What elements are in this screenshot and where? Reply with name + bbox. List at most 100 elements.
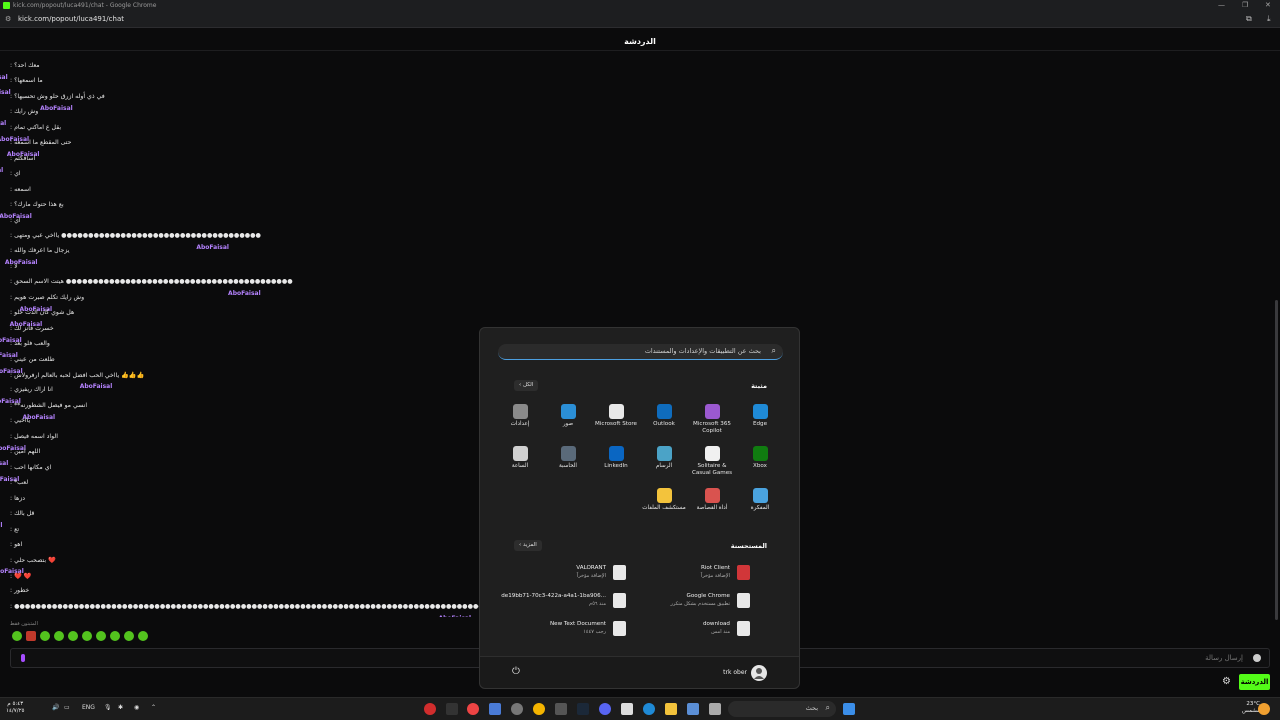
pinned-app[interactable]: صور xyxy=(545,404,591,428)
chat-username[interactable]: AboFaisal xyxy=(228,290,261,297)
pinned-app[interactable]: المفكرة xyxy=(737,488,783,512)
chat-username[interactable]: AboFaisal xyxy=(0,460,8,467)
chat-username[interactable]: AboFaisal xyxy=(80,383,113,390)
translate-icon[interactable]: ⧉ xyxy=(1246,14,1252,24)
taskbar-app-icon[interactable] xyxy=(446,703,458,715)
emote-icon[interactable] xyxy=(96,631,106,641)
emote-icon[interactable] xyxy=(54,631,64,641)
tray-app-icon[interactable]: ◉ xyxy=(134,704,139,711)
recommended-subtitle: رجب ١٤٤٧ xyxy=(583,629,606,635)
pinned-app[interactable]: الرسام xyxy=(641,446,687,470)
chat-message-text: قل بالك xyxy=(14,510,35,518)
chat-username[interactable]: AboFaisal xyxy=(196,244,229,251)
emote-icon[interactable] xyxy=(68,631,78,641)
emote-icon[interactable] xyxy=(138,631,148,641)
volume-icon[interactable]: 🔊 xyxy=(52,704,59,711)
pinned-app[interactable]: Outlook xyxy=(641,404,687,428)
chat-message-text: بتصحب حلي ❤️ xyxy=(14,557,56,565)
user-avatar-icon[interactable] xyxy=(751,665,767,681)
discord-taskbar-icon[interactable] xyxy=(599,703,611,715)
emote-icon[interactable] xyxy=(110,631,120,641)
steam-taskbar-icon[interactable] xyxy=(577,703,589,715)
windows-start-icon[interactable] xyxy=(843,703,855,715)
pinned-app[interactable]: Solitaire & Casual Games xyxy=(689,446,735,477)
chrome-icon xyxy=(737,593,750,608)
recommended-item[interactable]: Riot Client الإضافة مؤخراً xyxy=(640,562,770,584)
pinned-app[interactable]: Microsoft 365 Copilot xyxy=(689,404,735,435)
restore-icon[interactable]: ❐ xyxy=(1242,1,1248,9)
emote-icon[interactable] xyxy=(12,631,22,641)
start-search-input[interactable]: بحث عن التطبيقات والإعدادات والمستندات ⌕ xyxy=(498,344,783,360)
chat-message: AboFaisal: الواد اسمه فيصل xyxy=(0,433,58,452)
settings-taskbar-icon[interactable] xyxy=(511,703,523,715)
language-indicator[interactable]: ENG xyxy=(82,704,95,711)
pinned-app[interactable]: Xbox xyxy=(737,446,783,470)
mic-icon[interactable] xyxy=(21,654,25,662)
recommended-item[interactable]: New Text Document رجب ١٤٤٧ xyxy=(496,618,626,640)
chat-message-text: لا xyxy=(14,262,18,270)
chat-username[interactable]: AboFaisal xyxy=(0,522,2,529)
bluetooth-icon[interactable]: ✱ xyxy=(118,704,123,711)
pinned-app[interactable]: مستكشف الملفات xyxy=(641,488,687,512)
linkedin-icon xyxy=(608,446,624,461)
pinned-app[interactable]: الحاسبة xyxy=(545,446,591,470)
emote-icon[interactable] xyxy=(26,631,36,641)
taskbar-search[interactable]: بحث ⌕ xyxy=(728,701,836,717)
chat-username[interactable]: AboFaisal xyxy=(0,74,8,81)
pinned-app[interactable]: أداة القصاصة xyxy=(689,488,735,512)
xbox-icon xyxy=(752,446,768,461)
pinned-app[interactable]: Microsoft Store xyxy=(593,404,639,428)
tray-overflow-icon[interactable]: ⌃ xyxy=(151,704,156,711)
weather-icon[interactable] xyxy=(1258,703,1270,715)
taskbar-app-icon[interactable] xyxy=(555,703,567,715)
pinned-app-label: الحاسبة xyxy=(559,463,577,469)
pinned-app[interactable]: إعدادات xyxy=(497,404,543,428)
chat-message-text: يااخي الحب افضل لحبه بالعالم ارفرولاش 👍👍… xyxy=(14,372,145,379)
chat-username[interactable]: AboFaisal xyxy=(0,120,6,127)
user-name[interactable]: trk ober xyxy=(723,669,747,676)
power-icon[interactable]: ⏻ xyxy=(512,666,520,677)
chat-scrollbar[interactable] xyxy=(1275,300,1278,620)
recommended-item[interactable]: VALORANT الإضافة مؤخراً xyxy=(496,562,626,584)
riot-taskbar-icon[interactable] xyxy=(424,703,436,715)
network-icon[interactable]: ▭ xyxy=(64,704,70,711)
emote-icon[interactable] xyxy=(124,631,134,641)
pinned-title: مثبتة xyxy=(751,382,767,390)
taskbar-clock[interactable]: ٥:٤٣ م ١٤/٧/٢٥ xyxy=(6,701,24,715)
recommended-subtitle: الإضافة مؤخراً xyxy=(700,573,730,579)
pinned-app[interactable]: LinkedIn xyxy=(593,446,639,470)
taskview-icon[interactable] xyxy=(709,703,721,715)
emote-icon[interactable] xyxy=(82,631,92,641)
pinned-app[interactable]: Edge xyxy=(737,404,783,428)
more-button[interactable]: ‹ المزيد xyxy=(514,540,542,551)
pinned-app-label: Solitaire & Casual Games xyxy=(691,463,733,476)
recommended-item[interactable]: download منذ امس xyxy=(640,618,770,640)
close-icon[interactable]: ✕ xyxy=(1265,1,1271,9)
minimize-icon[interactable]: — xyxy=(1218,1,1225,9)
chat-message: AboFaisal: تع xyxy=(10,526,19,533)
pinned-app[interactable]: الساعة xyxy=(497,446,543,470)
taskbar-app-icon[interactable] xyxy=(467,703,479,715)
chat-settings-icon[interactable]: ⚙ xyxy=(1222,676,1231,687)
emoji-picker-icon[interactable] xyxy=(1253,654,1261,662)
url-field[interactable]: kick.com/popout/luca491/chat xyxy=(18,15,124,23)
mic-tray-icon[interactable]: 🎙 xyxy=(104,704,112,711)
explorer-taskbar-icon[interactable] xyxy=(665,703,677,715)
emote-icon[interactable] xyxy=(40,631,50,641)
recommended-item[interactable]: Google Chrome تطبيق مستخدم بشكل متكرر xyxy=(640,590,770,612)
site-info-icon[interactable]: ⚙ xyxy=(5,15,11,23)
chat-username[interactable]: AboFaisal xyxy=(438,615,471,617)
download-icon[interactable]: ⤓ xyxy=(1267,14,1271,24)
pinned-app-label: أداة القصاصة xyxy=(696,505,728,511)
riot-icon xyxy=(737,565,750,580)
all-apps-button[interactable]: ‹ الكل xyxy=(514,380,539,391)
edge-taskbar-icon[interactable] xyxy=(643,703,655,715)
taskbar-app-icon[interactable] xyxy=(687,703,699,715)
send-chat-button[interactable]: الدردشة xyxy=(1239,674,1270,690)
taskbar-app-icon[interactable] xyxy=(489,703,501,715)
store-taskbar-icon[interactable] xyxy=(621,703,633,715)
recommended-item[interactable]: de19bb71-70c3-422a-a4a1-1ba906... منذ ٥٦م xyxy=(496,590,626,612)
chrome-taskbar-icon[interactable] xyxy=(533,703,545,715)
chat-username[interactable]: AboFaisal xyxy=(0,167,3,174)
chat-username[interactable]: AboFaisal xyxy=(40,105,73,112)
